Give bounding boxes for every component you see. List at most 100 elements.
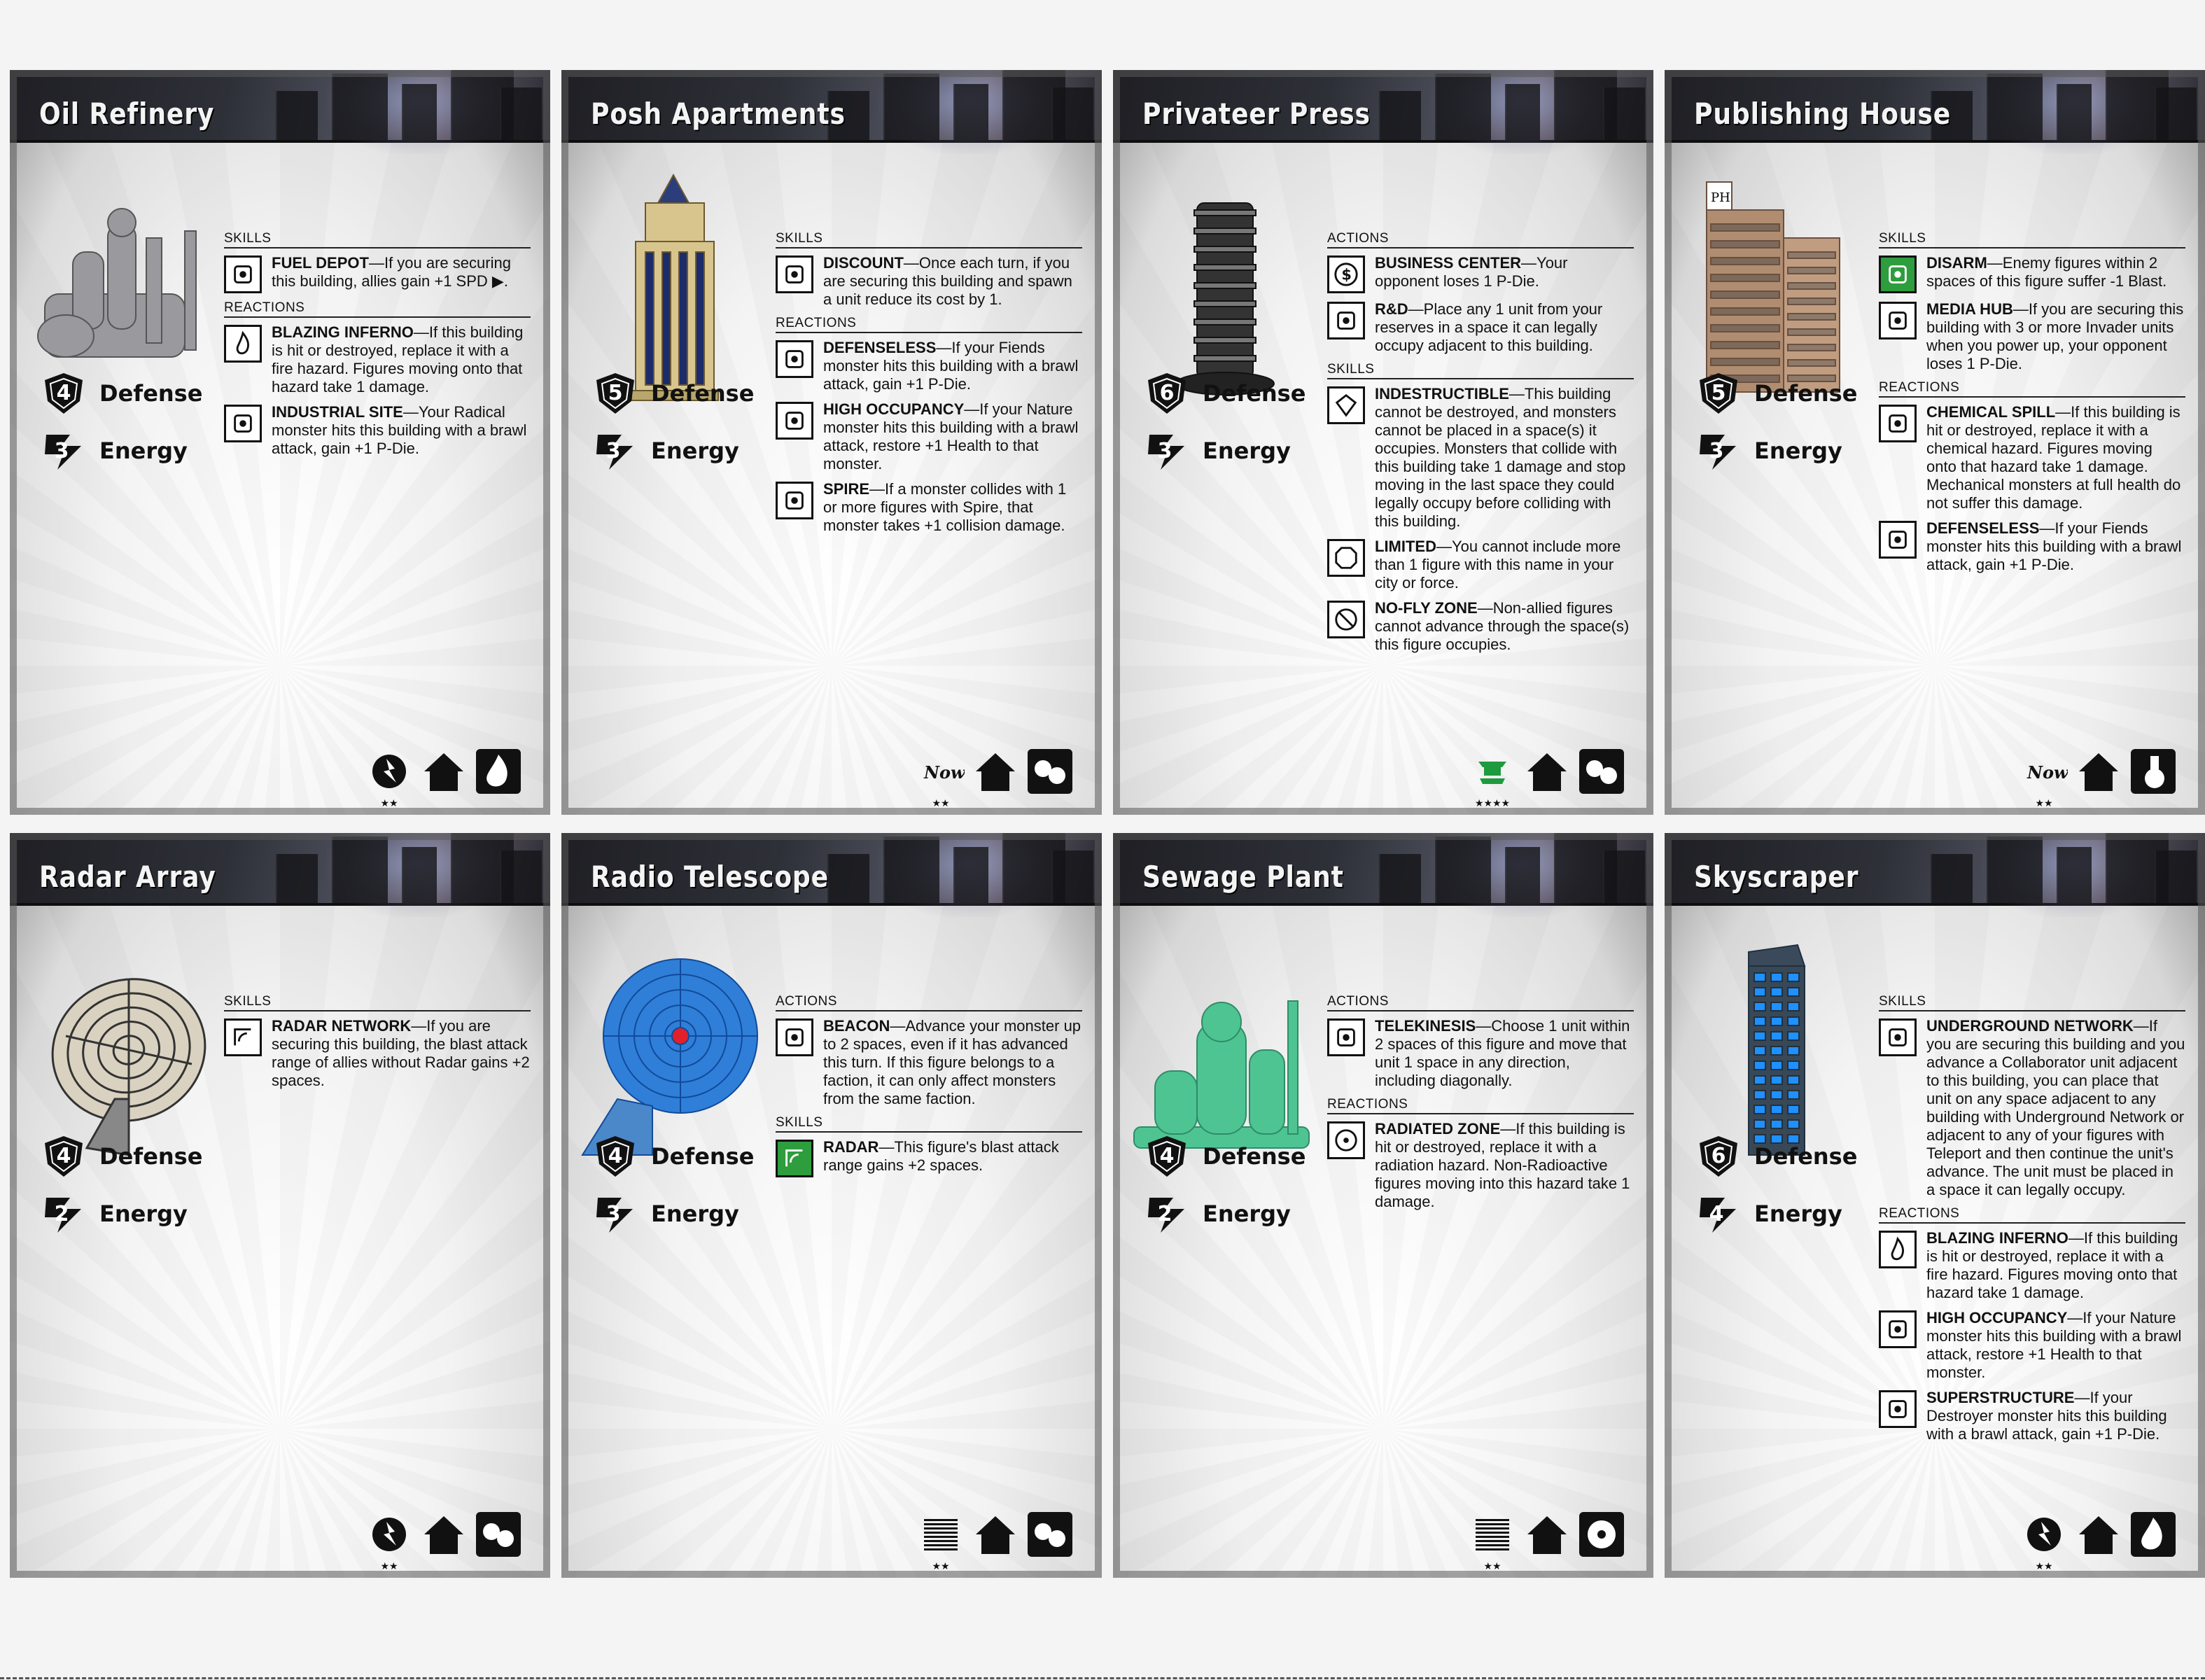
skyline-building (827, 854, 869, 903)
skyline-building (1505, 847, 1540, 903)
card-footer: Now ★★ (917, 748, 1074, 808)
ability-name: HIGH OCCUPANCY (823, 400, 965, 418)
rubble-role-icon (1026, 748, 1074, 795)
ability-text: TELEKINESIS—Choose 1 unit within 2 space… (1375, 1017, 1634, 1090)
ability-name: SPIRE (823, 480, 870, 498)
skyline-building (1051, 850, 1093, 903)
defense-value: 4 (1159, 1144, 1175, 1168)
svg-text:$: $ (1341, 267, 1352, 284)
defense-label: Defense (99, 380, 203, 407)
chemical-icon (1879, 405, 1917, 442)
skyline-building (332, 74, 388, 140)
defense-label: Defense (1754, 1143, 1858, 1170)
rarity-stars: ★★ (932, 797, 950, 808)
energy-stat: 2 Energy (42, 1191, 188, 1236)
ability-text: LIMITED—You cannot include more than 1 f… (1375, 538, 1634, 592)
energy-label: Energy (651, 1200, 739, 1227)
pagoda-faction-icon: ★★★★ (1469, 748, 1516, 808)
rules-text: SKILLS UNDERGROUND NETWORK—If you are sec… (1879, 990, 2185, 1450)
defense-stat: 5 Defense (1697, 371, 1857, 416)
ability-name: DISCOUNT (823, 254, 904, 272)
building-icon (2075, 1511, 2122, 1558)
ability: NO-FLY ZONE—Non-allied figures cannot ad… (1327, 599, 1634, 654)
card-title: Radar Array (39, 860, 216, 894)
lightning-icon: 3 (594, 429, 637, 472)
energy-stat: 2 Energy (1145, 1191, 1291, 1236)
no-fly-icon (1327, 601, 1365, 638)
card-publishing-house: Publishing House PH 5 Defense 3 Energy SKILLS D… (1665, 70, 2205, 815)
occupancy-icon (1879, 1310, 1917, 1348)
ability: $ BUSINESS CENTER—Your opponent loses 1 P… (1327, 254, 1634, 293)
ability-name: R&D (1375, 300, 1408, 318)
card-title: Skyscraper (1694, 860, 1859, 894)
section-label: SKILLS (1879, 994, 2185, 1011)
lightning-icon: 3 (42, 429, 85, 472)
section-label: SKILLS (776, 231, 1082, 248)
radical-icon (224, 405, 262, 442)
card-footer: Now ★★ (2020, 748, 2177, 808)
limited-icon (1327, 539, 1365, 577)
building-icon (1523, 748, 1571, 795)
section-label: SKILLS (1879, 231, 2185, 248)
ability: DEFENSELESS—If your Fiends monster hits … (1879, 519, 2185, 574)
skyline-building (883, 74, 939, 140)
skyline-building (1379, 854, 1421, 903)
energy-value: 3 (1709, 439, 1724, 463)
occupancy-icon (776, 402, 813, 440)
skyline-building (402, 847, 437, 903)
ability: MEDIA HUB—If you are securing this build… (1879, 300, 2185, 373)
rules-text: SKILLS DISARM—Enemy figures within 2 spac… (1879, 227, 2185, 581)
lightning-icon: 3 (1145, 429, 1189, 472)
section-label: SKILLS (776, 1115, 1082, 1133)
ability-text: HIGH OCCUPANCY—If your Nature monster hi… (823, 400, 1082, 473)
svg-text:PH: PH (1711, 190, 1730, 205)
section-label: REACTIONS (1879, 380, 2185, 398)
shield-icon: 4 (1145, 1135, 1189, 1178)
building-icon (1523, 1511, 1571, 1558)
defense-value: 4 (56, 1144, 71, 1168)
ability: BLAZING INFERNO—If this building is hit … (1879, 1229, 2185, 1302)
spire-icon (776, 482, 813, 519)
chemical-role-icon (2129, 748, 2177, 795)
dollar-icon: $ (1327, 255, 1365, 293)
card-title: Publishing House (1694, 97, 1952, 131)
rules-text: ACTIONS BEACON—Advance your monster up to… (776, 990, 1082, 1184)
card-title: Sewage Plant (1142, 860, 1344, 894)
ability-text: DISCOUNT—Once each turn, if you are secu… (823, 254, 1082, 309)
ability: DISCOUNT—Once each turn, if you are secu… (776, 254, 1082, 309)
energy-value: 2 (54, 1202, 69, 1226)
fire-icon (224, 325, 262, 363)
ability: SUPERSTRUCTURE—If your Destroyer monster… (1879, 1389, 2185, 1443)
diamond-icon (1327, 386, 1365, 424)
svg-text:Now: Now (923, 762, 965, 783)
section-label: SKILLS (224, 994, 531, 1011)
energy-label: Energy (99, 438, 188, 464)
ability-text: INDESTRUCTIBLE—This building cannot be d… (1375, 385, 1634, 531)
ability-text: MEDIA HUB—If you are securing this build… (1926, 300, 2185, 373)
rubble-role-icon (1578, 748, 1625, 795)
ability: FUEL DEPOT—If you are securing this buil… (224, 254, 531, 293)
defense-stat: 4 Defense (42, 371, 202, 416)
card-oil-refinery: Oil Refinery 4 Defense 3 Energy SKILLS FUEL DE… (10, 70, 550, 815)
ability-name: FUEL DEPOT (272, 254, 369, 272)
research-icon (1327, 302, 1365, 340)
section-label: REACTIONS (1327, 1097, 1634, 1114)
ability-name: RADAR (823, 1138, 879, 1156)
ability-name: DEFENSELESS (823, 339, 937, 356)
ability-name: LIMITED (1375, 538, 1436, 555)
skyline-building (1987, 836, 2043, 903)
section-label: SKILLS (1327, 362, 1634, 379)
energy-label: Energy (1754, 438, 1842, 464)
energy-value: 3 (1157, 439, 1172, 463)
card-sewage-plant: Sewage Plant 4 Defense 2 Energy ACTIONS TELEKI… (1113, 833, 1653, 1578)
rules-text: ACTIONS TELEKINESIS—Choose 1 unit within … (1327, 990, 1634, 1218)
ability: CHEMICAL SPILL—If this building is hit o… (1879, 403, 2185, 512)
card-footer: ★★ (917, 1511, 1074, 1572)
defense-value: 5 (1711, 381, 1726, 405)
ability: TELEKINESIS—Choose 1 unit within 2 space… (1327, 1017, 1634, 1090)
shield-icon: 4 (42, 1135, 85, 1178)
ability-name: MEDIA HUB (1926, 300, 2013, 318)
fuel-icon (224, 255, 262, 293)
energy-stat: 3 Energy (42, 428, 188, 473)
energy-stat: 3 Energy (1697, 428, 1842, 473)
